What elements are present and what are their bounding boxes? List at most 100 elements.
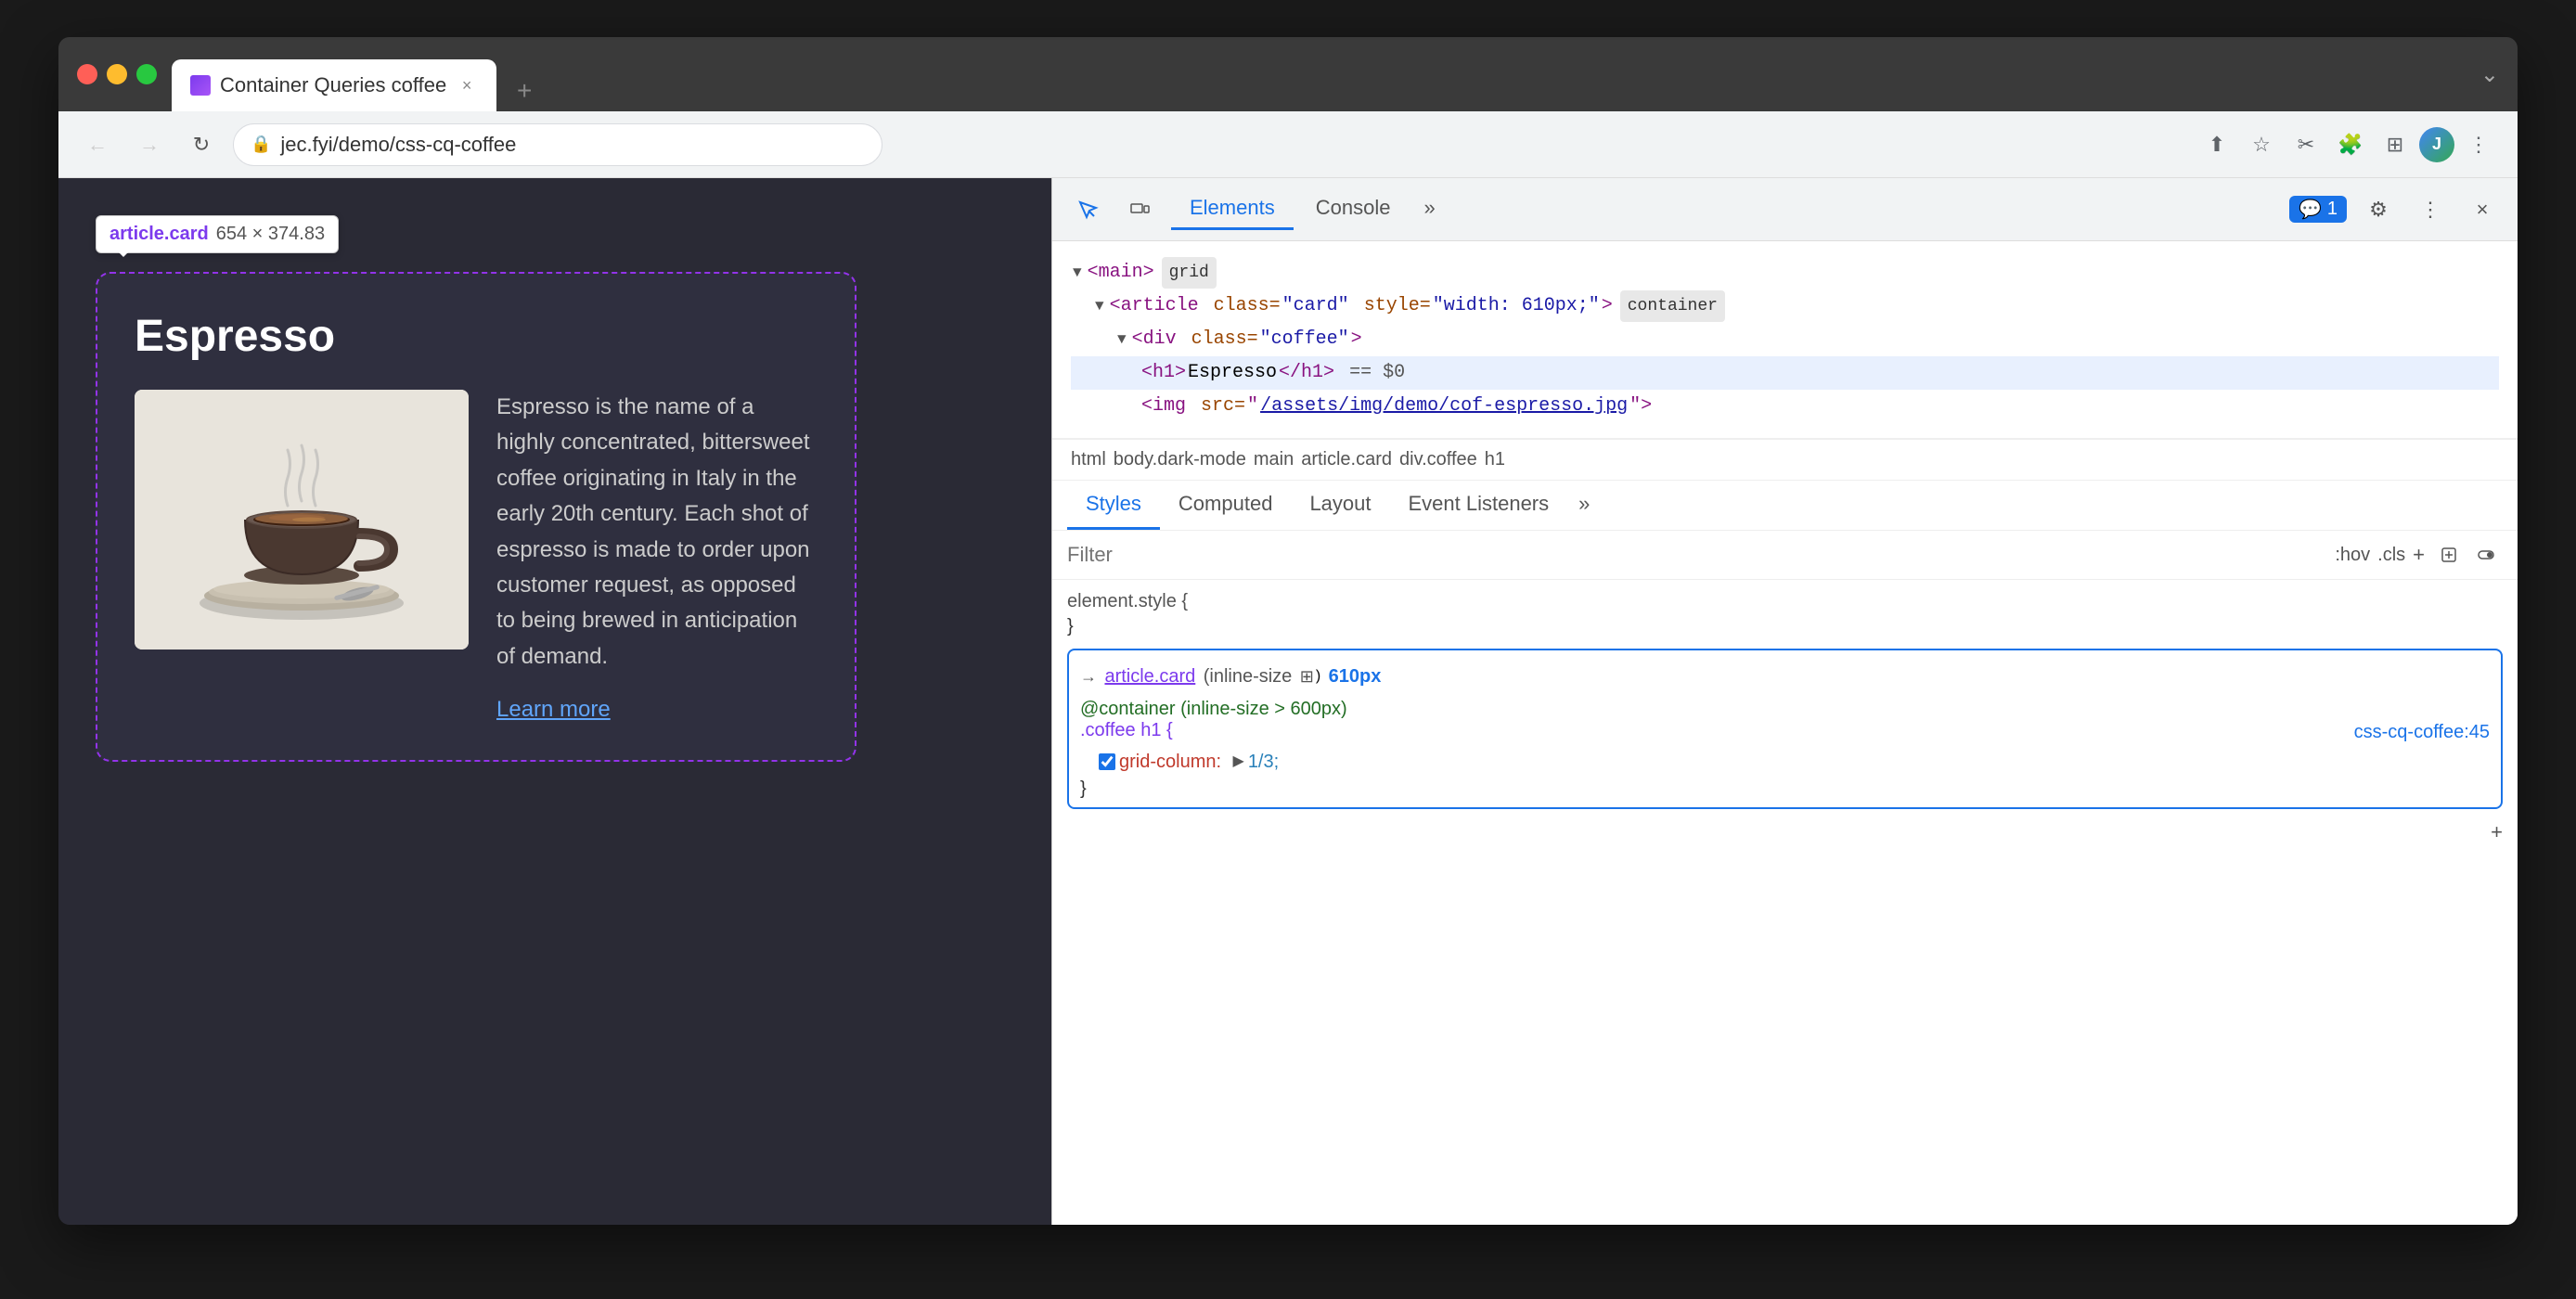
dom-tag-div-close: >: [1351, 323, 1362, 356]
css-source-link[interactable]: css-cq-coffee:45: [2354, 722, 2490, 743]
browser-window: Container Queries coffee × + ⌄ ← → ↻ 🔒 j…: [58, 37, 2518, 1225]
grid-button[interactable]: ⊞: [2375, 124, 2415, 165]
new-style-rule-button[interactable]: [2432, 538, 2466, 572]
breadcrumb-main[interactable]: main: [1254, 449, 1294, 470]
extension-button[interactable]: 🧩: [2330, 124, 2371, 165]
dom-tag-article-close: >: [1602, 289, 1613, 323]
container-query-value: 610px: [1329, 658, 1382, 695]
coffee-h1-close-brace: }: [1080, 778, 2490, 800]
more-tabs-button[interactable]: »: [1412, 188, 1446, 230]
breadcrumb-html[interactable]: html: [1071, 449, 1106, 470]
devtools-menu-button[interactable]: ⋮: [2410, 189, 2451, 230]
cut-button[interactable]: ✂: [2286, 124, 2326, 165]
filter-icon-buttons: [2432, 538, 2503, 572]
learn-more-link[interactable]: Learn more: [496, 697, 611, 722]
expand-arrow-icon[interactable]: →: [1080, 660, 1097, 693]
expand-value-icon[interactable]: ▶: [1233, 749, 1244, 776]
tabs-area: Container Queries coffee × +: [172, 37, 2466, 111]
bookmark-button[interactable]: ☆: [2241, 124, 2282, 165]
devtools-panel: Elements Console » 💬 1 ⚙ ⋮ ×: [1051, 178, 2518, 1225]
dom-line-img[interactable]: <img src= " /assets/img/demo/cof-espress…: [1071, 390, 2499, 423]
card-description-area: Espresso is the name of a highly concent…: [496, 390, 818, 723]
dom-tag-h1-close: </h1>: [1279, 356, 1334, 390]
filter-bar: :hov .cls +: [1052, 531, 2518, 580]
add-property-button[interactable]: +: [2491, 820, 2503, 844]
tab-close-button[interactable]: ×: [456, 74, 478, 96]
browser-tab[interactable]: Container Queries coffee ×: [172, 59, 496, 111]
hov-pseudo-button[interactable]: :hov: [2335, 545, 2370, 566]
avatar[interactable]: J: [2419, 127, 2454, 162]
content-area: article.card 654 × 374.83 Espresso: [58, 178, 2518, 1225]
dom-tag-h1-open: <h1>: [1141, 356, 1186, 390]
cursor-icon: [1076, 199, 1099, 221]
dom-line-main[interactable]: ▼ <main> grid: [1071, 256, 2499, 289]
devtools-expand-icon[interactable]: ⌄: [2480, 61, 2499, 88]
badge-icon: 💬: [2299, 198, 2322, 221]
elements-tab[interactable]: Elements: [1171, 188, 1294, 230]
add-style-rule-button[interactable]: +: [2413, 543, 2425, 567]
dom-triangle-main[interactable]: ▼: [1073, 260, 1082, 287]
container-query-selector[interactable]: article.card: [1104, 658, 1195, 695]
dom-tag-main: <main>: [1088, 256, 1154, 289]
device-icon: [1128, 199, 1151, 221]
inspect-element-button[interactable]: [1067, 189, 1108, 230]
dom-tag-img: <img: [1141, 390, 1186, 423]
close-window-button[interactable]: [77, 64, 97, 84]
property-checkbox[interactable]: [1099, 753, 1115, 770]
computed-tab[interactable]: Computed: [1160, 481, 1292, 530]
toggle-classes-button[interactable]: [2469, 538, 2503, 572]
breadcrumb-article[interactable]: article.card: [1301, 449, 1392, 470]
styles-more-tabs[interactable]: »: [1567, 481, 1601, 530]
console-tab[interactable]: Console: [1297, 188, 1410, 230]
forward-button[interactable]: →: [129, 124, 170, 165]
element-tooltip: article.card 654 × 374.83: [96, 215, 339, 253]
address-bar[interactable]: 🔒 jec.fyi/demo/css-cq-coffee: [233, 123, 882, 166]
dom-line-article[interactable]: ▼ <article class= "card" style= "width: …: [1071, 289, 2499, 323]
styles-tabs: Styles Computed Layout Event Listeners »: [1052, 481, 2518, 531]
styles-filter-input[interactable]: [1067, 543, 2327, 567]
coffee-image: [135, 390, 469, 650]
share-button[interactable]: ⬆: [2196, 124, 2237, 165]
dom-line-h1[interactable]: <h1> Espresso </h1> == $0: [1071, 356, 2499, 390]
layout-tab[interactable]: Layout: [1291, 481, 1389, 530]
rule-coffee-h1-header: .coffee h1 { css-cq-coffee:45: [1080, 720, 2490, 745]
minimize-window-button[interactable]: [107, 64, 127, 84]
breadcrumb-h1[interactable]: h1: [1485, 449, 1505, 470]
dom-attr-src: src=: [1201, 390, 1245, 423]
badge-count: 1: [2327, 199, 2338, 220]
dom-line-div[interactable]: ▼ <div class= "coffee" >: [1071, 323, 2499, 356]
add-rule-area: +: [1067, 817, 2503, 844]
dom-triangle-article[interactable]: ▼: [1095, 293, 1104, 320]
container-size-icon: ⊞: [1300, 660, 1314, 693]
devtools-close-button[interactable]: ×: [2462, 189, 2503, 230]
messages-badge[interactable]: 💬 1: [2289, 196, 2347, 223]
tab-favicon: [190, 75, 211, 96]
card-description: Espresso is the name of a highly concent…: [496, 390, 818, 675]
refresh-button[interactable]: ↻: [181, 124, 222, 165]
devtools-settings-button[interactable]: ⚙: [2358, 189, 2399, 230]
style-rules: element.style { } → article.card (inline…: [1052, 591, 2518, 859]
card-title: Espresso: [135, 311, 818, 362]
dom-attr-class-value: "card": [1282, 289, 1349, 323]
element-style-rule: element.style { }: [1067, 591, 2503, 637]
nav-bar: ← → ↻ 🔒 jec.fyi/demo/css-cq-coffee ⬆ ☆ ✂…: [58, 111, 2518, 178]
dom-tag-img-quote1: ": [1247, 390, 1258, 423]
breadcrumb-div[interactable]: div.coffee: [1399, 449, 1477, 470]
dom-triangle-div[interactable]: ▼: [1117, 327, 1127, 354]
device-toolbar-button[interactable]: [1119, 189, 1160, 230]
devtools-toolbar: Elements Console » 💬 1 ⚙ ⋮ ×: [1052, 178, 2518, 241]
maximize-window-button[interactable]: [136, 64, 157, 84]
event-listeners-tab[interactable]: Event Listeners: [1390, 481, 1568, 530]
dom-img-src-link[interactable]: /assets/img/demo/cof-espresso.jpg: [1260, 390, 1628, 423]
back-button[interactable]: ←: [77, 124, 118, 165]
more-button[interactable]: ⋮: [2458, 124, 2499, 165]
cls-pseudo-button[interactable]: .cls: [2377, 545, 2405, 566]
styles-tab[interactable]: Styles: [1067, 481, 1160, 530]
breadcrumb-body[interactable]: body.dark-mode: [1114, 449, 1246, 470]
traffic-lights: [77, 64, 157, 84]
tooltip-tag: article.card: [109, 224, 209, 245]
devtools-tabs: Elements Console »: [1171, 188, 2278, 230]
dom-tree: ▼ <main> grid ▼ <article class= "card" s…: [1052, 241, 2518, 439]
new-tab-button[interactable]: +: [504, 71, 545, 111]
dom-tag-img-quote2: ">: [1629, 390, 1652, 423]
